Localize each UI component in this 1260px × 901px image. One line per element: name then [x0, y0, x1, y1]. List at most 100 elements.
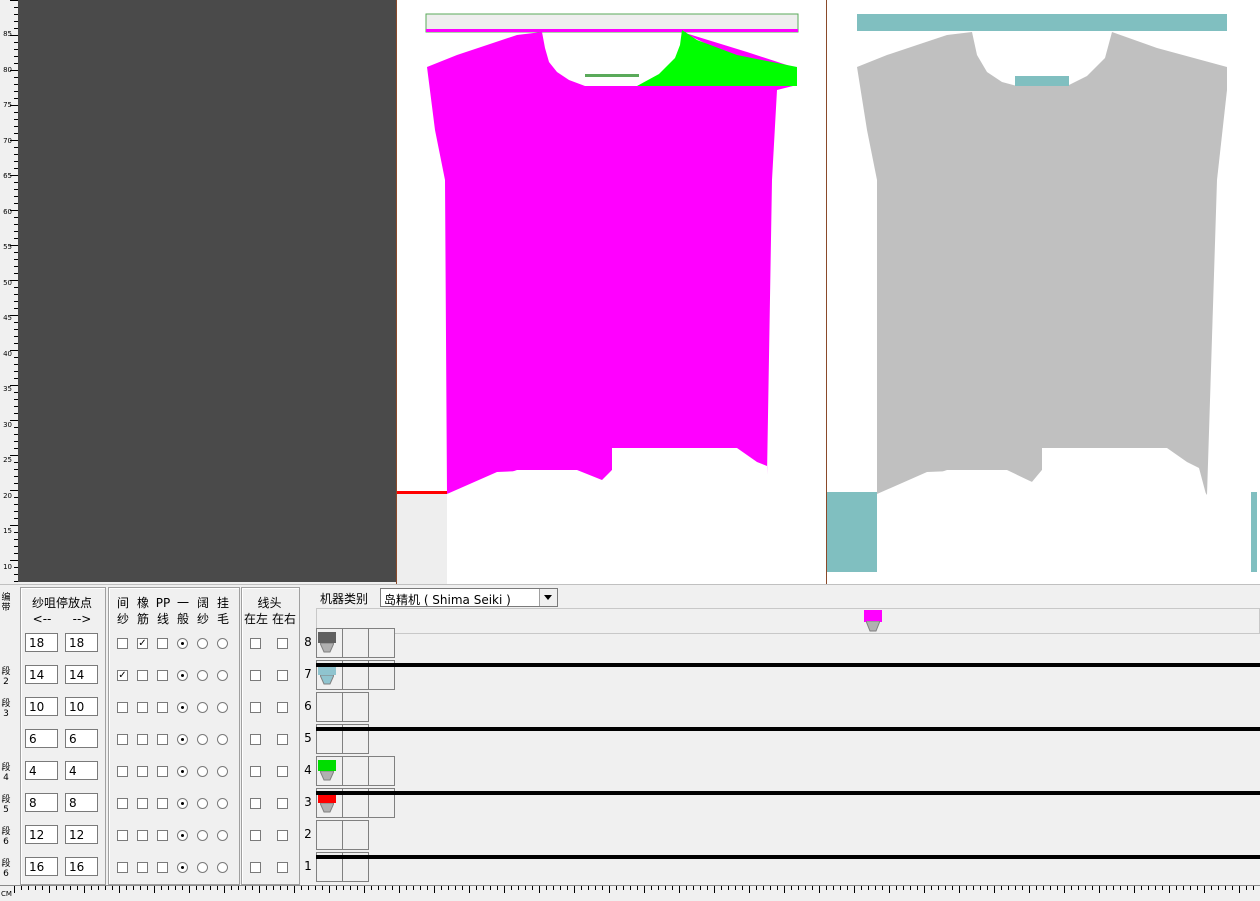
yarn-stop-right-input[interactable]: 6: [65, 729, 98, 748]
jiansha-checkbox[interactable]: [117, 702, 128, 713]
hang-wool-radio[interactable]: [217, 638, 228, 649]
thread-right-checkbox[interactable]: [277, 798, 288, 809]
thread-left-checkbox[interactable]: [250, 734, 261, 745]
ruler-tick: [441, 886, 442, 890]
feeder-cell[interactable]: [342, 756, 369, 786]
rubber-checkbox[interactable]: [137, 702, 148, 713]
yarn-stop-left-input[interactable]: 10: [25, 697, 58, 716]
pp-thread-checkbox[interactable]: [157, 766, 168, 777]
garment-color-canvas[interactable]: [396, 0, 827, 584]
hang-wool-radio[interactable]: [217, 734, 228, 745]
rubber-checkbox[interactable]: [137, 798, 148, 809]
feeder-cell[interactable]: [342, 820, 369, 850]
rubber-checkbox[interactable]: ✓: [137, 638, 148, 649]
yarn-stop-left-input[interactable]: 18: [25, 633, 58, 652]
jiansha-checkbox[interactable]: [117, 830, 128, 841]
pp-thread-checkbox[interactable]: [157, 670, 168, 681]
wide-yarn-radio[interactable]: [197, 766, 208, 777]
pp-thread-checkbox[interactable]: [157, 702, 168, 713]
yarn-stop-right-input[interactable]: 4: [65, 761, 98, 780]
general-radio[interactable]: [177, 638, 188, 649]
jiansha-checkbox[interactable]: [117, 766, 128, 777]
rubber-checkbox[interactable]: [137, 830, 148, 841]
wide-yarn-radio[interactable]: [197, 862, 208, 873]
hang-wool-radio[interactable]: [217, 862, 228, 873]
yarn-color-swatch[interactable]: [318, 632, 336, 643]
hang-wool-radio[interactable]: [217, 702, 228, 713]
yarn-stop-right-input[interactable]: 8: [65, 793, 98, 812]
general-radio[interactable]: [177, 766, 188, 777]
thread-right-checkbox[interactable]: [277, 702, 288, 713]
yarn-stop-right-input[interactable]: 10: [65, 697, 98, 716]
hang-wool-radio[interactable]: [217, 798, 228, 809]
thread-left-checkbox[interactable]: [250, 702, 261, 713]
yarn-stop-right-input[interactable]: 14: [65, 665, 98, 684]
ruler-tick: [77, 886, 78, 890]
feeder-rail: [316, 608, 1260, 634]
pp-thread-checkbox[interactable]: [157, 830, 168, 841]
wide-yarn-radio[interactable]: [197, 734, 208, 745]
wide-yarn-radio[interactable]: [197, 638, 208, 649]
yarn-color-swatch[interactable]: [318, 760, 336, 771]
yarn-stop-left-input[interactable]: 12: [25, 825, 58, 844]
garment-structure-canvas[interactable]: [826, 0, 1260, 584]
feeder-cell[interactable]: [316, 820, 343, 850]
pp-thread-checkbox[interactable]: [157, 862, 168, 873]
pp-thread-checkbox[interactable]: [157, 638, 168, 649]
rubber-checkbox[interactable]: [137, 862, 148, 873]
wide-yarn-radio[interactable]: [197, 670, 208, 681]
thread-left-checkbox[interactable]: [250, 798, 261, 809]
dropdown-arrow-icon[interactable]: [539, 589, 557, 606]
jiansha-checkbox[interactable]: [117, 638, 128, 649]
pp-thread-checkbox[interactable]: [157, 798, 168, 809]
general-radio[interactable]: [177, 702, 188, 713]
yarn-stop-left-input[interactable]: 16: [25, 857, 58, 876]
thread-left-checkbox[interactable]: [250, 670, 261, 681]
thread-left-checkbox[interactable]: [250, 766, 261, 777]
pp-thread-checkbox[interactable]: [157, 734, 168, 745]
rubber-checkbox[interactable]: [137, 766, 148, 777]
general-radio[interactable]: [177, 862, 188, 873]
machine-type-select[interactable]: 岛精机 ( Shima Seiki ): [380, 588, 558, 607]
feeder-cell[interactable]: [368, 628, 395, 658]
yarn-stop-right-input[interactable]: 16: [65, 857, 98, 876]
thread-right-checkbox[interactable]: [277, 766, 288, 777]
thread-left-checkbox[interactable]: [250, 830, 261, 841]
feeder-cell[interactable]: [342, 692, 369, 722]
yarn-stop-left-input[interactable]: 14: [25, 665, 58, 684]
thread-left-checkbox[interactable]: [250, 638, 261, 649]
hang-wool-radio[interactable]: [217, 766, 228, 777]
hang-wool-radio[interactable]: [217, 670, 228, 681]
thread-right-checkbox[interactable]: [277, 830, 288, 841]
general-radio[interactable]: [177, 830, 188, 841]
wide-yarn-radio[interactable]: [197, 830, 208, 841]
yarn-stop-left-input[interactable]: 8: [25, 793, 58, 812]
ruler-tick: [490, 886, 491, 890]
hang-wool-radio[interactable]: [217, 830, 228, 841]
rubber-checkbox[interactable]: [137, 734, 148, 745]
thread-right-checkbox[interactable]: [277, 670, 288, 681]
jiansha-checkbox[interactable]: [117, 862, 128, 873]
general-radio[interactable]: [177, 734, 188, 745]
yarn-stop-left-input[interactable]: 6: [25, 729, 58, 748]
thread-left-checkbox[interactable]: [250, 862, 261, 873]
thread-right-checkbox[interactable]: [277, 734, 288, 745]
wide-yarn-radio[interactable]: [197, 702, 208, 713]
yarn-stop-left-input[interactable]: 4: [25, 761, 58, 780]
jiansha-checkbox[interactable]: [117, 734, 128, 745]
yarn-stop-right-input[interactable]: 18: [65, 633, 98, 652]
yarn-stop-right-input[interactable]: 12: [65, 825, 98, 844]
option-header-4-bottom: 纱: [196, 612, 209, 626]
wide-yarn-radio[interactable]: [197, 798, 208, 809]
jiansha-checkbox[interactable]: [117, 798, 128, 809]
thread-right-checkbox[interactable]: [277, 862, 288, 873]
jiansha-checkbox[interactable]: ✓: [117, 670, 128, 681]
thread-right-checkbox[interactable]: [277, 638, 288, 649]
feeder-cell[interactable]: [342, 628, 369, 658]
ruler-tick: [959, 886, 960, 893]
feeder-cell[interactable]: [368, 756, 395, 786]
general-radio[interactable]: [177, 798, 188, 809]
general-radio[interactable]: [177, 670, 188, 681]
rubber-checkbox[interactable]: [137, 670, 148, 681]
feeder-cell[interactable]: [316, 692, 343, 722]
